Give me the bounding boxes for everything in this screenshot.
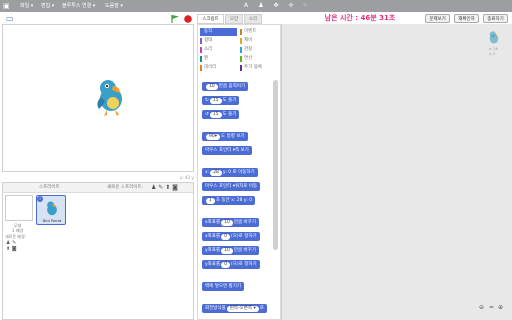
block-turn-left[interactable]: ↺ 15 도 돌기 <box>202 110 240 119</box>
block-go-to-xy[interactable]: x: 28 y: 0 로 이동하기 <box>202 168 258 177</box>
block-change-x[interactable]: x좌표를 10 만큼 바꾸기 <box>202 218 259 227</box>
stage-thumbnail[interactable] <box>5 195 33 221</box>
new-backdrop-icons[interactable]: ♟ ✎ ⬆ ◙ <box>6 240 20 252</box>
category-events[interactable]: 이벤트 <box>240 28 277 36</box>
block-rotation-style[interactable]: 회전방식을 왼쪽-오른쪽 ▾ 로 <box>202 304 267 313</box>
block-change-y[interactable]: y좌표를 10 만큼 바꾸기 <box>202 246 259 255</box>
remaining-time: 남은 시간 : 46분 31초 <box>324 14 396 22</box>
zoom-in-icon[interactable]: ⊕ <box>498 304 503 311</box>
sprite-x: x: 28 <box>489 47 498 51</box>
recheck-button[interactable]: 재확인하 <box>454 14 479 23</box>
category-motion[interactable]: 동작 <box>200 28 237 36</box>
category-more-blocks[interactable]: 추가 블록 <box>240 64 277 72</box>
finish-button[interactable]: 종료하기 <box>483 14 508 23</box>
tab-sounds[interactable]: 소리 <box>244 14 262 24</box>
view-problem-button[interactable]: 문제보기 <box>425 14 450 23</box>
shrink-tool-icon[interactable]: ✢ <box>286 0 296 12</box>
category-control[interactable]: 제어 <box>240 37 277 45</box>
menu-help[interactable]: 도움말 ▾ <box>105 0 123 12</box>
zoom-out-icon[interactable]: ⊖ <box>479 304 484 311</box>
block-set-y[interactable]: y좌표를 0 (으)로 정하기 <box>202 260 260 269</box>
category-operators[interactable]: 연산 <box>240 55 277 63</box>
block-point-direction[interactable]: 90▾ 도 방향 보기 <box>202 132 248 141</box>
script-area[interactable]: x: 28 y: 0 ⊖ = ⊕ <box>281 24 512 320</box>
block-turn-right[interactable]: ↻ 15 도 돌기 <box>202 96 240 105</box>
parrot-sprite[interactable] <box>93 77 129 117</box>
sprite-panel: 스프라이트 새로운 스프라이트: ♟ ✎ ⬆ ◙ 무대 1 배경 새로운 배경:… <box>2 182 194 320</box>
stage-size-icon[interactable]: ▭ <box>6 14 14 24</box>
block-bounce-edge[interactable]: 벽에 닿으면 튕기기 <box>202 282 244 291</box>
block-palette: 동작 이벤트 형태 제어 소리 관찰 펜 연산 데이터 추가 블록 10 만큼 움… <box>197 24 281 320</box>
menu-bar: ▣ 파일 ▾ 편집 ▾ 블루투스 연결 ▾ 도움말 ▾ A ♟ ✥ ✢ ⁘ <box>0 0 512 12</box>
block-move-steps[interactable]: 10 만큼 움직이기 <box>202 82 249 91</box>
sprite-name: Bird Parrot <box>42 219 62 223</box>
sprite-panel-header: 스프라이트 새로운 스프라이트: ♟ ✎ ⬆ ◙ <box>3 183 193 193</box>
sprite-thumbnail[interactable]: i Bird Parrot <box>36 195 66 225</box>
sprite-preview-icon <box>489 31 499 44</box>
block-go-to[interactable]: 마우스 포인터 ▾위치로 이동 <box>202 182 261 191</box>
tab-costumes[interactable]: 모양 <box>225 14 243 24</box>
parrot-thumbnail-icon <box>47 201 57 216</box>
category-looks[interactable]: 형태 <box>200 37 237 45</box>
sprite-info-badge[interactable]: i <box>37 196 43 202</box>
stop-icon[interactable] <box>184 15 192 23</box>
menu-bluetooth[interactable]: 블루투스 연결 ▾ <box>62 0 95 12</box>
green-flag-icon[interactable] <box>171 15 180 23</box>
sprite-y: y: 0 <box>489 52 496 56</box>
text-tool-icon[interactable]: A <box>241 0 251 12</box>
help-tool-icon[interactable]: ⁘ <box>300 0 310 12</box>
new-sprite-icons[interactable]: ♟ ✎ ⬆ ◙ <box>151 183 178 193</box>
block-point-towards[interactable]: 마우스 포인터 ▾쪽 보기 <box>202 146 252 155</box>
zoom-reset-icon[interactable]: = <box>489 304 494 311</box>
block-set-x[interactable]: x좌표를 0 (으)로 정하기 <box>202 232 260 241</box>
stage-header: ▭ <box>2 14 194 24</box>
stamp-tool-icon[interactable]: ♟ <box>256 0 266 12</box>
sprite-panel-title: 스프라이트 <box>39 185 60 190</box>
category-sensing[interactable]: 관찰 <box>240 46 277 54</box>
category-pen[interactable]: 펜 <box>200 55 237 63</box>
menu-edit[interactable]: 편집 ▾ <box>41 0 54 12</box>
app-logo-icon[interactable]: ▣ <box>3 1 15 11</box>
block-glide[interactable]: 1초 동안 x: 28 y: 0 <box>202 196 256 205</box>
palette-scrollbar[interactable] <box>273 80 278 250</box>
tab-scripts[interactable]: 스크립트 <box>197 14 224 24</box>
category-data[interactable]: 데이터 <box>200 64 237 72</box>
stage[interactable] <box>2 24 194 172</box>
category-sound[interactable]: 소리 <box>200 46 237 54</box>
menu-file[interactable]: 파일 ▾ <box>20 0 33 12</box>
new-sprite-label: 새로운 스프라이트: <box>107 185 144 190</box>
grow-tool-icon[interactable]: ✥ <box>271 0 281 12</box>
